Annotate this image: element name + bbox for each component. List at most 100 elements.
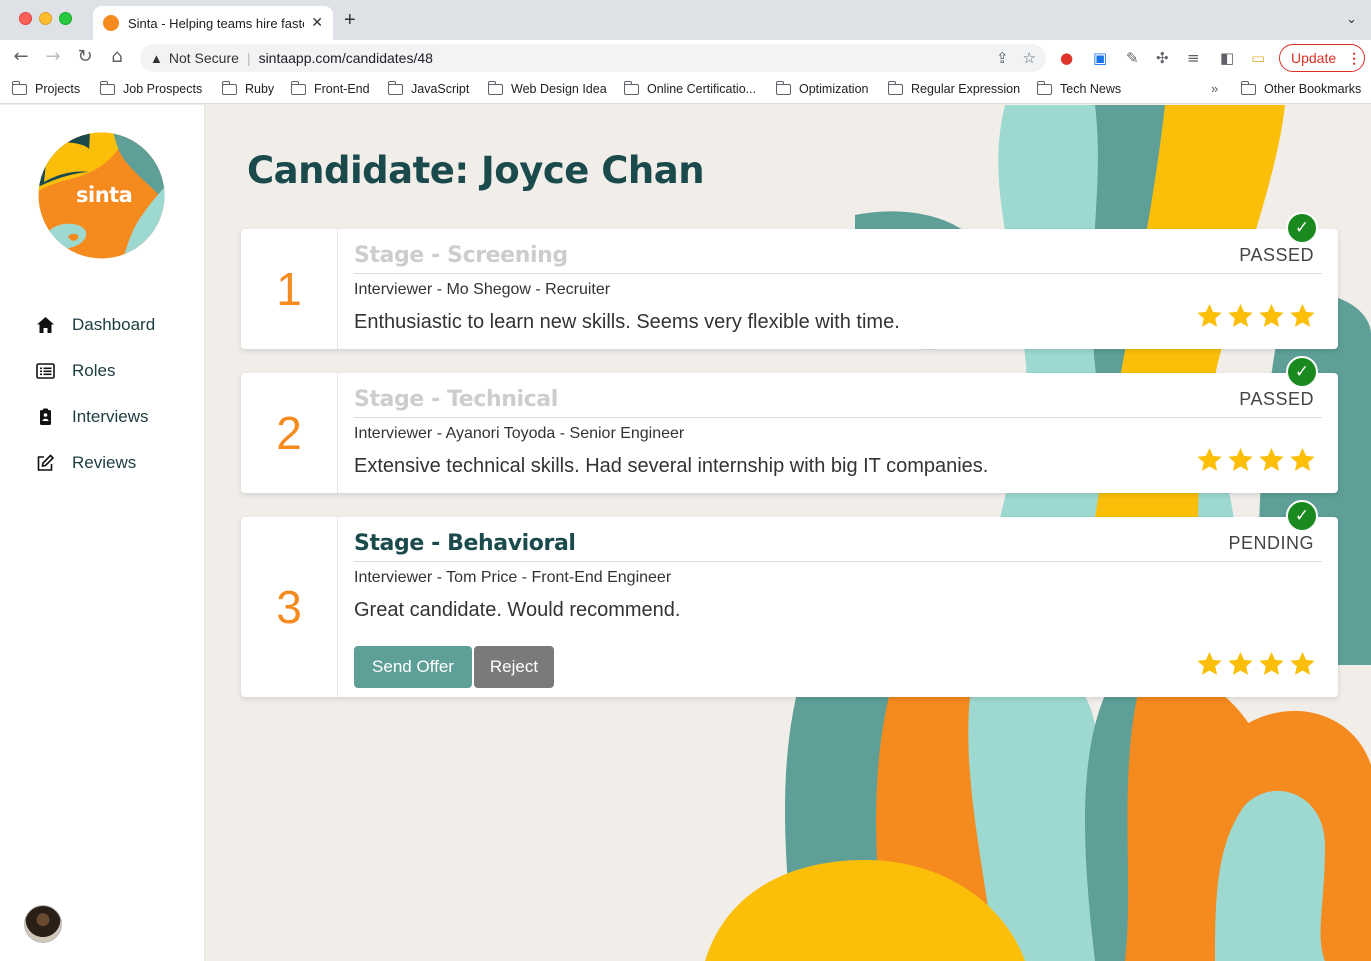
ruler-extension-icon[interactable]: ▭	[1251, 49, 1265, 67]
star-rating	[1196, 447, 1316, 473]
forward-arrow-icon[interactable]: →	[41, 46, 65, 67]
side-panel-icon[interactable]: ◧	[1220, 49, 1234, 67]
folder-icon	[623, 80, 639, 95]
star-icon	[1290, 651, 1315, 675]
nav-item-dashboard[interactable]: Dashboard	[36, 315, 155, 335]
folder-icon	[1240, 80, 1256, 95]
bookmark-folder[interactable]: Tech News	[1036, 80, 1121, 96]
check-circle-icon: ✓	[1286, 500, 1318, 532]
home-icon	[37, 317, 54, 333]
edit-icon	[37, 454, 55, 471]
bookmark-folder[interactable]: Projects	[11, 80, 80, 96]
stage-comment: Enthusiastic to learn new skills. Seems …	[354, 311, 900, 333]
bookmark-folder[interactable]: JavaScript	[387, 80, 469, 96]
stage-title: Stage - Technical	[354, 387, 558, 412]
star-icon	[1290, 303, 1315, 327]
stage-card-screening: 1 Stage - Screening PASSED Interviewer -…	[241, 229, 1338, 349]
check-circle-icon: ✓	[1286, 356, 1318, 388]
extension-icon[interactable]: ▣	[1093, 49, 1107, 67]
folder-icon	[775, 80, 791, 95]
nav-item-reviews[interactable]: Reviews	[36, 453, 136, 473]
star-icon	[1259, 303, 1284, 327]
stage-card-technical: 2 Stage - Technical PASSED Interviewer -…	[241, 373, 1338, 493]
clipboard-icon	[40, 408, 51, 425]
logo-text: sinta	[76, 183, 133, 207]
back-arrow-icon[interactable]: ←	[9, 46, 33, 67]
puzzle-extensions-icon[interactable]: ✣	[1156, 49, 1169, 67]
browser-tab[interactable]: Sinta - Helping teams hire faster ✕	[93, 6, 333, 40]
interviewer-info: Interviewer - Tom Price - Front-End Engi…	[354, 569, 672, 586]
star-icon	[1259, 447, 1284, 471]
stage-status: PENDING	[1228, 533, 1314, 553]
folder-icon	[887, 80, 903, 95]
folder-icon	[221, 80, 237, 95]
minimize-window-button[interactable]	[39, 12, 52, 25]
stage-status: PASSED	[1239, 245, 1314, 265]
sinta-favicon-icon	[103, 15, 119, 31]
stage-title: Stage - Behavioral	[354, 531, 576, 556]
interviewer-info: Interviewer - Ayanori Toyoda - Senior En…	[354, 425, 685, 442]
star-icon	[1228, 651, 1253, 675]
bookmark-folder[interactable]: Online Certificatio...	[623, 80, 756, 96]
folder-icon	[11, 80, 27, 95]
bookmark-folder[interactable]: Regular Expression	[887, 80, 1020, 96]
check-circle-icon: ✓	[1286, 212, 1318, 244]
bookmark-folder[interactable]: Ruby	[221, 80, 274, 96]
menu-dots-icon[interactable]: ⋮	[1347, 50, 1361, 67]
media-queue-icon[interactable]: ≡	[1187, 49, 1200, 67]
stage-card-behavioral: 3 Stage - Behavioral PENDING Interviewer…	[241, 517, 1338, 697]
star-icon	[1290, 447, 1315, 471]
bookmark-folder[interactable]: Job Prospects	[99, 80, 202, 96]
address-bar[interactable]: ▲ Not Secure | sintaapp.com/candidates/4…	[140, 44, 1046, 72]
list-icon	[36, 363, 55, 379]
reject-button[interactable]: Reject	[474, 646, 554, 688]
star-icon	[1197, 447, 1222, 471]
maximize-window-button[interactable]	[59, 12, 72, 25]
stage-status: PASSED	[1239, 389, 1314, 409]
bookmark-star-icon[interactable]: ☆	[1023, 49, 1036, 67]
main-content: Candidate: Joyce Chan 1 Stage - Screenin…	[205, 105, 1371, 961]
eyedropper-icon[interactable]: ✎	[1126, 49, 1139, 67]
sidebar: sinta Dashboard Roles Interviews Reviews	[0, 105, 205, 961]
url-text[interactable]: sintaapp.com/candidates/48	[259, 50, 433, 66]
folder-icon	[487, 80, 503, 95]
security-label: Not Secure	[168, 50, 239, 66]
folder-icon	[290, 80, 306, 95]
send-offer-button[interactable]: Send Offer	[354, 646, 472, 688]
close-window-button[interactable]	[19, 12, 32, 25]
other-bookmarks-folder[interactable]: Other Bookmarks	[1240, 80, 1361, 96]
update-button[interactable]: Update ⋮	[1279, 44, 1365, 72]
stage-comment: Extensive technical skills. Had several …	[354, 455, 989, 477]
star-rating	[1196, 651, 1316, 677]
divider	[354, 273, 1322, 274]
reload-icon[interactable]: ↻	[73, 46, 97, 67]
divider	[354, 561, 1322, 562]
warning-icon: ▲	[150, 50, 163, 66]
bookmark-folder[interactable]: Web Design Idea	[487, 80, 607, 96]
stage-number: 2	[241, 373, 338, 493]
bookmark-folder[interactable]: Front-End	[290, 80, 370, 96]
user-avatar[interactable]	[24, 905, 62, 943]
star-icon	[1228, 447, 1253, 471]
folder-icon	[1036, 80, 1052, 95]
close-tab-icon[interactable]: ✕	[311, 15, 323, 31]
page-title: Candidate: Joyce Chan	[247, 149, 705, 192]
folder-icon	[99, 80, 115, 95]
browser-tab-bar: Sinta - Helping teams hire faster ✕ + ⌄	[0, 0, 1371, 40]
app-root: sinta Dashboard Roles Interviews Reviews	[0, 105, 1371, 961]
home-button-icon[interactable]: ⌂	[105, 46, 129, 67]
bookmarks-overflow-icon[interactable]: »	[1211, 81, 1218, 96]
stage-comment: Great candidate. Would recommend.	[354, 599, 681, 621]
new-tab-button[interactable]: +	[344, 9, 356, 32]
star-icon	[1228, 303, 1253, 327]
nav-item-interviews[interactable]: Interviews	[36, 407, 149, 427]
browser-toolbar: ← → ↻ ⌂ ▲ Not Secure | sintaapp.com/cand…	[0, 40, 1371, 76]
tab-search-chevron-icon[interactable]: ⌄	[1346, 12, 1357, 27]
bookmark-folder[interactable]: Optimization	[775, 80, 868, 96]
bookmarks-bar: Projects Job Prospects Ruby Front-End Ja…	[0, 76, 1371, 104]
nav-item-roles[interactable]: Roles	[36, 361, 115, 381]
share-icon[interactable]: ⇪	[996, 49, 1009, 67]
divider	[354, 417, 1322, 418]
extension-icon[interactable]: ●	[1060, 49, 1073, 67]
star-icon	[1259, 651, 1284, 675]
